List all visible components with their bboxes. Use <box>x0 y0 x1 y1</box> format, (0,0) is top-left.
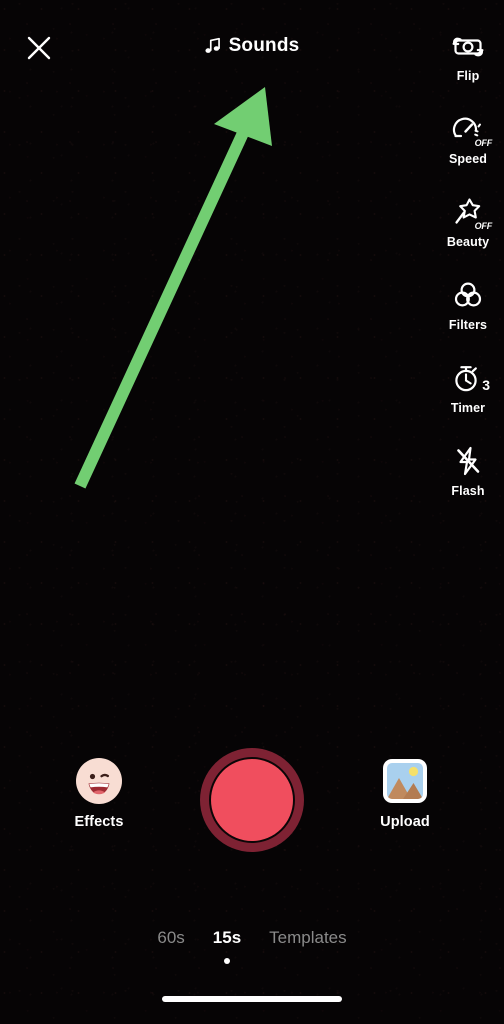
record-button[interactable] <box>200 748 304 852</box>
mode-tab-60s-label: 60s <box>157 928 185 947</box>
camera-tools-sidebar: Flip OFF Speed OFF Beauty Filters 3 Time… <box>432 24 504 522</box>
mode-tab-15s-indicator <box>223 958 230 964</box>
camera-flip-icon <box>445 24 491 68</box>
stopwatch-icon: 3 <box>445 356 491 400</box>
flash-off-icon <box>445 439 491 483</box>
tiktok-camera-screen: Sounds Flip OFF Speed OFF Beauty Filters… <box>0 0 504 1024</box>
sidebar-item-speed[interactable]: OFF Speed <box>432 107 504 190</box>
camera-viewfinder-noise <box>0 0 504 1024</box>
photo-landscape-icon <box>383 759 427 803</box>
sidebar-item-flip[interactable]: Flip <box>432 24 504 107</box>
sidebar-label-timer: Timer <box>450 401 486 415</box>
annotation-arrow <box>74 87 272 489</box>
sidebar-label-speed: Speed <box>448 152 487 166</box>
speed-off-badge: OFF <box>474 138 493 148</box>
beauty-off-badge: OFF <box>474 221 493 231</box>
top-bar: Sounds <box>0 0 504 96</box>
effects-label: Effects <box>74 814 124 830</box>
timer-value-badge: 3 <box>482 377 490 393</box>
winking-face-icon <box>76 758 122 804</box>
sidebar-label-flip: Flip <box>456 69 480 83</box>
effects-button[interactable]: Effects <box>63 757 135 830</box>
mode-tab-templates[interactable]: Templates <box>255 928 360 964</box>
home-indicator[interactable] <box>162 996 342 1002</box>
mode-tab-60s[interactable]: 60s <box>143 928 198 964</box>
capture-controls-bar: Effects Upload <box>0 748 504 867</box>
sounds-button[interactable]: Sounds <box>205 35 300 57</box>
sidebar-item-flash[interactable]: Flash <box>432 439 504 522</box>
sidebar-item-timer[interactable]: 3 Timer <box>432 356 504 439</box>
three-circles-icon <box>445 273 491 317</box>
record-button-inner <box>211 759 293 841</box>
recording-mode-tabs: 60s 15s Templates <box>0 928 504 964</box>
mode-tab-15s-label: 15s <box>212 928 242 947</box>
close-x-icon <box>27 36 51 60</box>
music-note-icon <box>205 37 220 53</box>
sidebar-item-beauty[interactable]: OFF Beauty <box>432 190 504 273</box>
close-button[interactable] <box>21 30 57 66</box>
sidebar-label-beauty: Beauty <box>446 235 490 249</box>
mode-tab-templates-label: Templates <box>269 928 347 947</box>
upload-button[interactable]: Upload <box>369 757 441 830</box>
mode-tab-15s[interactable]: 15s <box>199 928 255 964</box>
upload-label: Upload <box>380 814 430 830</box>
sidebar-item-filters[interactable]: Filters <box>432 273 504 356</box>
sidebar-label-filters: Filters <box>448 318 488 332</box>
speedometer-icon: OFF <box>445 107 493 151</box>
record-button-ring-gap <box>209 757 295 843</box>
sidebar-label-flash: Flash <box>451 484 485 498</box>
magic-wand-star-icon: OFF <box>445 190 493 234</box>
sounds-label: Sounds <box>228 35 300 56</box>
